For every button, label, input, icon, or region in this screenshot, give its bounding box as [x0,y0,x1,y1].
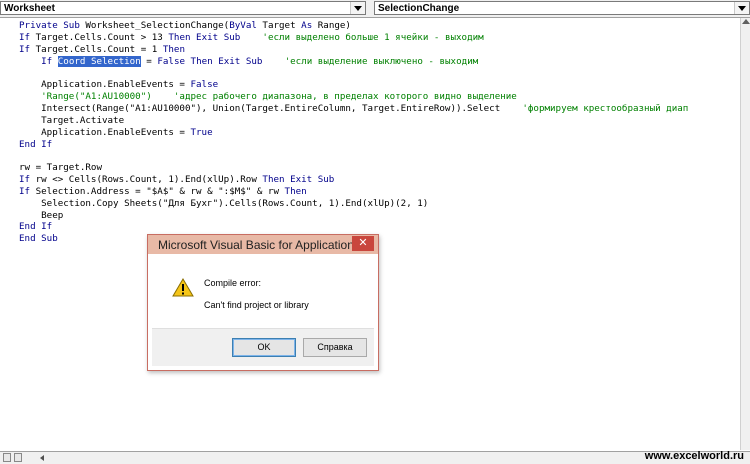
procedure-combobox-dropdown-icon[interactable] [734,2,749,14]
code-token: Application.EnableEvents = [19,79,191,91]
code-token: Beep [19,209,64,221]
code-line[interactable]: If Selection.Address = "$A$" & rw & ":$M… [19,186,307,198]
code-keyword: Then [162,43,185,55]
object-combobox-value: Worksheet [4,3,55,14]
help-button[interactable]: Справка [303,338,367,357]
code-keyword: End If [19,138,53,150]
error-dialog: Microsoft Visual Basic for Applications … [147,234,379,371]
code-line[interactable]: Intersect(Range("A1:AU10000"), Union(Tar… [19,103,688,115]
code-keyword: If [19,174,31,186]
code-line[interactable]: Target.Activate [19,115,124,127]
code-keyword: Private Sub [19,20,86,31]
code-line[interactable]: If Target.Cells.Count > 13 Then Exit Sub… [19,32,484,44]
error-title: Compile error: [204,278,262,288]
selected-text: Coord Selection [57,55,141,67]
error-message: Can't find project or library [204,300,309,310]
object-combobox-dropdown-icon[interactable] [350,2,365,14]
code-token: Target [256,20,302,31]
code-token: Target.Cells.Count = 1 [30,43,163,55]
code-token: Worksheet_SelectionChange( [85,20,230,31]
object-combobox[interactable]: Worksheet [0,1,366,15]
code-keyword: Then Exit Sub [262,174,335,186]
code-line[interactable]: Private Sub Worksheet_SelectionChange(By… [19,20,351,32]
code-keyword: Then [284,185,307,197]
code-keyword: Then Exit Sub [168,31,241,43]
code-line[interactable]: If Target.Cells.Count = 1 Then [19,44,185,56]
scroll-up-icon[interactable] [742,19,750,24]
code-comment: 'если выделение выключено - выходим [262,55,479,67]
code-line[interactable]: rw = Target.Row [19,162,102,174]
watermark: www.excelworld.ru [644,450,744,462]
code-keyword: As [301,20,313,31]
dialog-button-bar: OK Справка [152,328,374,366]
code-line[interactable]: End Sub [19,233,58,245]
dialog-titlebar[interactable]: Microsoft Visual Basic for Applications … [148,235,378,254]
code-token: Range) [312,20,351,31]
code-token: Target.Cells.Count > 13 [30,31,169,43]
code-line[interactable]: Application.EnableEvents = False [19,79,218,91]
code-keyword: If [19,43,31,55]
code-keyword: End Sub [19,233,58,245]
dialog-title: Microsoft Visual Basic for Applications [158,238,360,252]
code-comment: 'Range("A1:AU10000") 'адрес рабочего диа… [19,91,517,103]
code-line[interactable]: If Coord Selection = False Then Exit Sub… [19,55,479,68]
code-token: Selection.Copy Sheets("Для Бухг").Cells(… [19,197,429,209]
warning-icon [172,278,194,297]
code-line[interactable]: Application.EnableEvents = True [19,127,213,139]
code-line[interactable]: 'Range("A1:AU10000") 'адрес рабочего диа… [19,91,517,103]
code-keyword: If [19,31,31,43]
code-keyword: End If [19,221,53,233]
code-token: rw = Target.Row [19,162,102,174]
code-line[interactable]: End If [19,139,52,151]
dialog-body: Compile error: Can't find project or lib… [152,255,374,366]
code-keyword: ByVal [229,20,257,31]
full-module-view-icon[interactable] [14,453,22,462]
code-token: rw <> Cells(Rows.Count, 1).End(xlUp).Row [30,174,263,186]
code-keyword: If [19,185,31,197]
ok-button[interactable]: OK [232,338,296,357]
code-window-toolbar: Worksheet SelectionChange [0,0,750,18]
code-token: Application.EnableEvents = [19,126,191,138]
code-keyword: If [41,55,53,67]
code-token: Target.Activate [19,114,125,126]
code-line[interactable]: If rw <> Cells(Rows.Count, 1).End(xlUp).… [19,174,334,186]
procedure-combobox-value: SelectionChange [378,3,460,14]
bottom-bar: www.excelworld.ru [0,450,750,464]
procedure-combobox[interactable]: SelectionChange [374,1,750,15]
scroll-left-icon[interactable] [40,455,44,461]
code-token: Intersect(Range("A1:AU10000"), Union(Tar… [19,102,501,114]
code-token: = [140,55,158,67]
close-icon[interactable]: ✕ [352,236,374,251]
code-line[interactable]: End If [19,221,52,233]
code-token: Selection.Address = "$A$" & rw & ":$M$" … [30,185,285,197]
code-comment: 'если выделено больше 1 ячейки - выходим [240,31,484,43]
procedure-view-icon[interactable] [3,453,11,462]
code-keyword: False [190,79,219,91]
code-comment: 'формируем крестообразный диап [500,102,689,114]
code-line[interactable]: Selection.Copy Sheets("Для Бухг").Cells(… [19,198,428,210]
code-line[interactable]: Beep [19,210,63,222]
code-keyword: True [190,126,213,138]
code-keyword: False Then Exit Sub [157,55,263,67]
vertical-scrollbar[interactable] [740,18,750,450]
